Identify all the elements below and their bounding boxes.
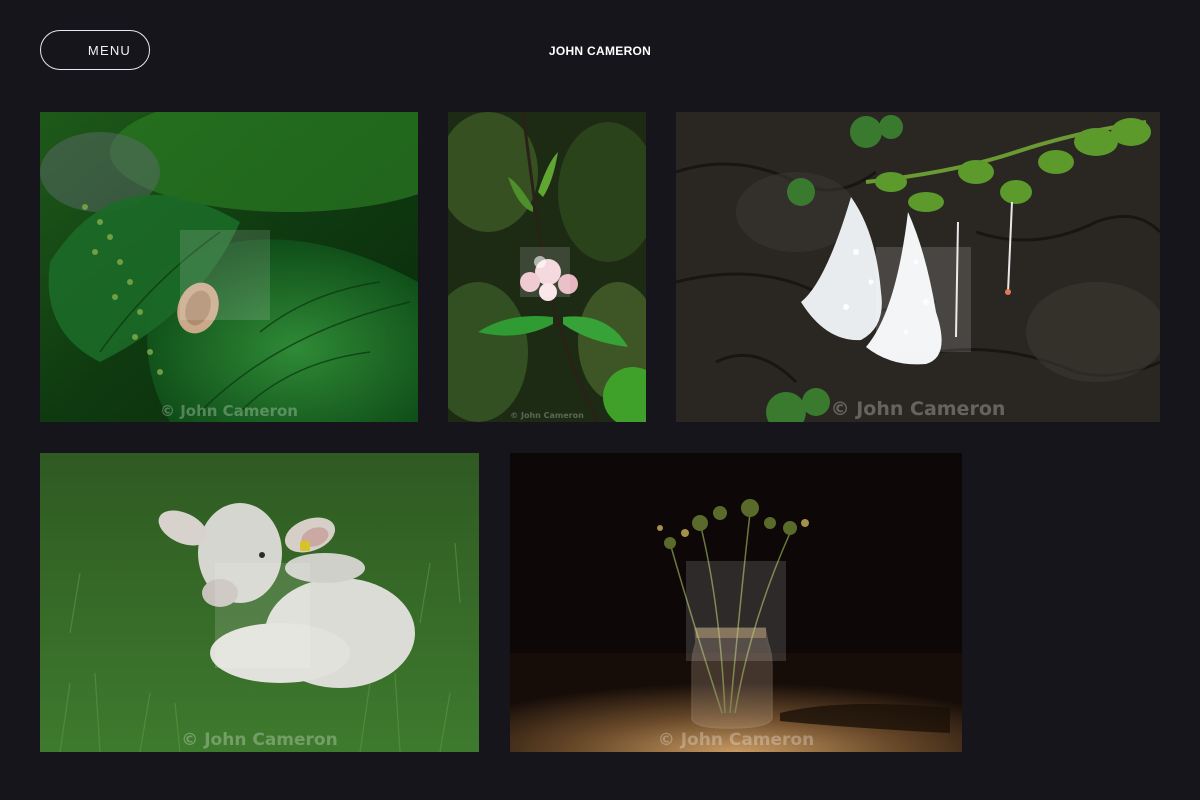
jar-photo-image [510,453,962,752]
lamb-photo-image [40,453,479,752]
nettle-photo-image [40,112,418,422]
portfolio-page: MENU JOHN CAMERON © John Cameron © John … [0,0,1200,800]
gallery-photo-apple-blossom[interactable]: © John Cameron [448,112,646,422]
site-title[interactable]: JOHN CAMERON [0,44,1200,58]
gallery-photo-bell-flowers[interactable]: © John Cameron [676,112,1160,422]
apple-blossom-photo-image [448,112,646,422]
bell-flowers-photo-image [676,112,1160,422]
gallery-photo-lamb[interactable]: © John Cameron [40,453,479,752]
gallery-photo-nettle[interactable]: © John Cameron [40,112,418,422]
gallery-photo-jar[interactable]: © John Cameron [510,453,962,752]
